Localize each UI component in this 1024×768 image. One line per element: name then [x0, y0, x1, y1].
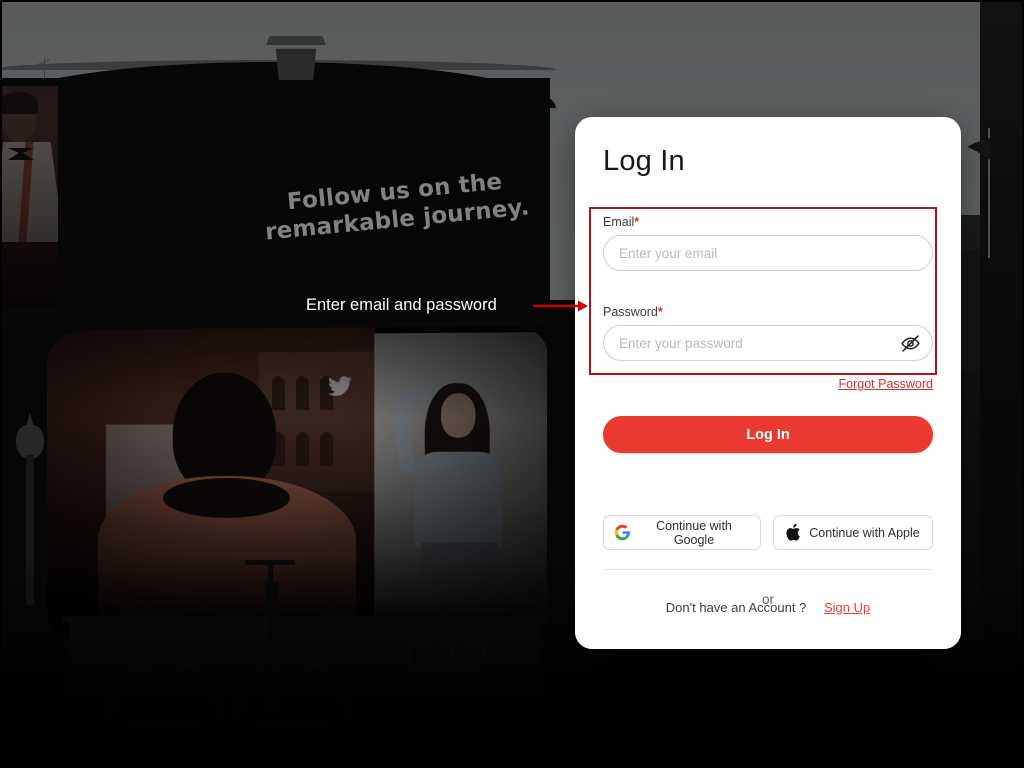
signup-prompt-text: Don't have an Account ? — [665, 600, 807, 615]
eye-off-icon[interactable] — [900, 333, 921, 354]
right-building-near — [980, 0, 1024, 768]
email-input[interactable] — [603, 235, 933, 271]
signup-row: Don't have an Account ? Sign Up — [575, 600, 961, 615]
google-icon — [614, 524, 631, 541]
lamp-post — [26, 455, 34, 605]
apple-button-label: Continue with Apple — [809, 525, 920, 540]
email-label-text: Email — [603, 215, 635, 229]
password-field-group: Password* — [603, 305, 933, 361]
chimney-cap — [266, 36, 326, 45]
email-required-asterisk: * — [634, 215, 640, 229]
forgot-password-link[interactable]: Forgot Password — [839, 377, 933, 391]
login-button[interactable]: Log In — [603, 416, 933, 453]
sign-up-link[interactable]: Sign Up — [824, 600, 870, 615]
building-door — [128, 722, 200, 768]
continue-with-apple-button[interactable]: Continue with Apple — [773, 515, 933, 550]
google-button-label: Continue with Google — [656, 518, 732, 547]
page-title: Log In — [603, 145, 685, 177]
annotation-label: Enter email and password — [306, 296, 497, 314]
building-door — [256, 722, 328, 768]
email-input-wrap — [603, 235, 933, 271]
password-label-text: Password — [603, 305, 658, 319]
password-input[interactable] — [603, 325, 933, 361]
login-screen: Follow us on the remarkable journey. GAP… — [0, 0, 1024, 768]
left-poster — [0, 86, 58, 306]
annotation-arrow-icon — [533, 300, 588, 312]
billboard-lower — [47, 326, 548, 636]
login-card: Log In Email* Password* — [575, 117, 961, 649]
gap-store-sign: GAP — [405, 636, 491, 678]
social-login-row: Continue with Google Continue with Apple — [603, 515, 933, 550]
password-label: Password* — [603, 305, 933, 319]
billboard-vignette — [47, 326, 548, 636]
lamp-head — [16, 425, 44, 459]
card-divider — [603, 569, 933, 570]
email-label: Email* — [603, 215, 933, 229]
signpost-box — [265, 582, 279, 604]
continue-with-google-button[interactable]: Continue with Google — [603, 515, 761, 550]
password-input-wrap — [603, 325, 933, 361]
email-field-group: Email* — [603, 215, 933, 271]
apple-icon — [786, 523, 802, 542]
password-required-asterisk: * — [657, 305, 663, 319]
poster-shading — [0, 86, 58, 306]
